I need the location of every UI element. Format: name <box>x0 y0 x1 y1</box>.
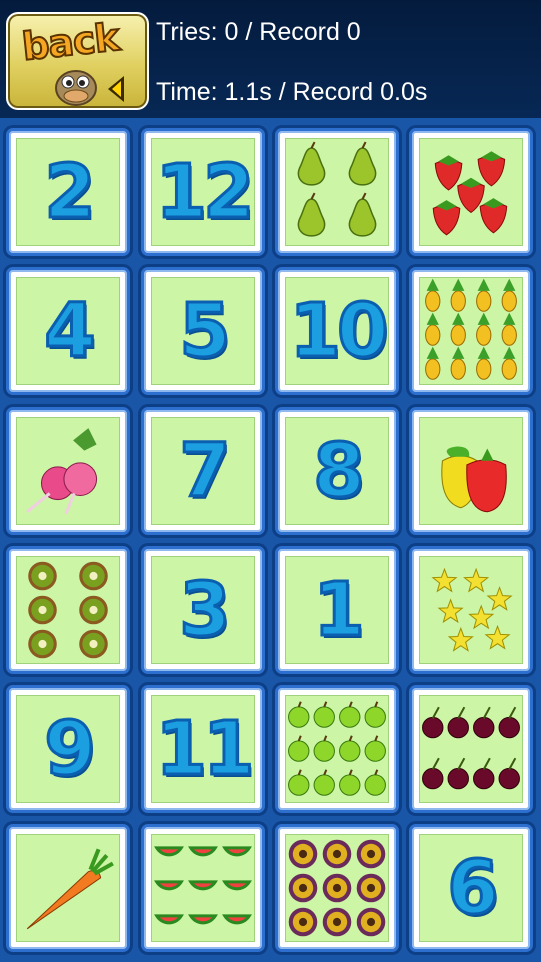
passion-fruits-icon <box>288 839 386 937</box>
memory-card[interactable] <box>275 824 399 952</box>
tries-counter: Tries: 0 / Record 0 <box>156 18 361 46</box>
card-face <box>419 417 523 525</box>
card-face <box>419 695 523 803</box>
card-number: 3 <box>178 567 232 653</box>
memory-card[interactable] <box>6 824 130 952</box>
memory-card[interactable]: 12 <box>141 128 265 256</box>
card-number: 9 <box>43 706 97 792</box>
memory-card[interactable]: 5 <box>141 267 265 395</box>
memory-card[interactable] <box>409 267 533 395</box>
top-bar: back Tries: 0 / Record 0 Time: 1.1s / Re… <box>0 0 541 118</box>
memory-card[interactable] <box>6 407 130 535</box>
card-face: 11 <box>151 695 255 803</box>
card-number: 11 <box>154 706 254 792</box>
card-face: 5 <box>151 277 255 385</box>
pineapples-icon <box>425 278 517 380</box>
memory-card[interactable]: 2 <box>6 128 130 256</box>
card-face: 12 <box>151 138 255 246</box>
memory-card[interactable]: 9 <box>6 685 130 813</box>
memory-card[interactable] <box>409 128 533 256</box>
card-face: 9 <box>16 695 120 803</box>
ostrich-mascot-icon <box>55 70 97 106</box>
card-face: 1 <box>285 556 389 664</box>
card-face <box>285 695 389 803</box>
cherries-icon <box>422 706 520 790</box>
card-number: 6 <box>446 845 500 931</box>
card-face: 7 <box>151 417 255 525</box>
memory-card[interactable]: 8 <box>275 407 399 535</box>
memory-card[interactable] <box>275 128 399 256</box>
starfruits-icon <box>431 567 513 652</box>
memory-card[interactable]: 1 <box>275 546 399 674</box>
memory-card[interactable]: 11 <box>141 685 265 813</box>
memory-card[interactable]: 10 <box>275 267 399 395</box>
memory-card[interactable] <box>275 685 399 813</box>
memory-card[interactable] <box>141 824 265 952</box>
card-face <box>16 834 120 942</box>
radishes-icon <box>26 428 98 515</box>
memory-card[interactable]: 4 <box>6 267 130 395</box>
green-apples-icon <box>288 701 386 796</box>
memory-card[interactable]: 7 <box>141 407 265 535</box>
watermelon-slices-icon <box>154 846 252 925</box>
card-number: 5 <box>178 288 232 374</box>
card-number: 1 <box>312 567 366 653</box>
card-number: 12 <box>154 149 254 235</box>
card-face <box>285 138 389 246</box>
strawberries-icon <box>432 151 508 236</box>
back-arrow-icon <box>108 76 124 102</box>
memory-card[interactable]: 3 <box>141 546 265 674</box>
card-face: 10 <box>285 277 389 385</box>
back-button[interactable]: back <box>6 12 149 110</box>
card-number: 8 <box>312 428 366 514</box>
memory-card[interactable] <box>409 407 533 535</box>
card-face <box>16 556 120 664</box>
kiwis-icon <box>28 561 108 659</box>
carrot-icon <box>26 848 114 930</box>
card-number: 10 <box>288 288 388 374</box>
time-counter: Time: 1.1s / Record 0.0s <box>156 78 428 106</box>
card-face: 8 <box>285 417 389 525</box>
card-face: 2 <box>16 138 120 246</box>
memory-card[interactable]: 6 <box>409 824 533 952</box>
card-face <box>16 417 120 525</box>
card-grid: 2 12 4 5 10 7 8 3 1 9 11 6 <box>0 118 541 962</box>
card-number: 2 <box>43 149 97 235</box>
card-face: 3 <box>151 556 255 664</box>
card-number: 4 <box>43 288 97 374</box>
memory-card[interactable] <box>6 546 130 674</box>
memory-card[interactable] <box>409 546 533 674</box>
card-face: 4 <box>16 277 120 385</box>
card-face <box>419 138 523 246</box>
peppers-icon <box>441 446 507 513</box>
card-face <box>419 556 523 664</box>
card-face: 6 <box>419 834 523 942</box>
pears-icon <box>297 141 377 237</box>
card-face <box>285 834 389 942</box>
card-face <box>151 834 255 942</box>
card-face <box>419 277 523 385</box>
memory-card[interactable] <box>409 685 533 813</box>
card-number: 7 <box>178 428 232 514</box>
